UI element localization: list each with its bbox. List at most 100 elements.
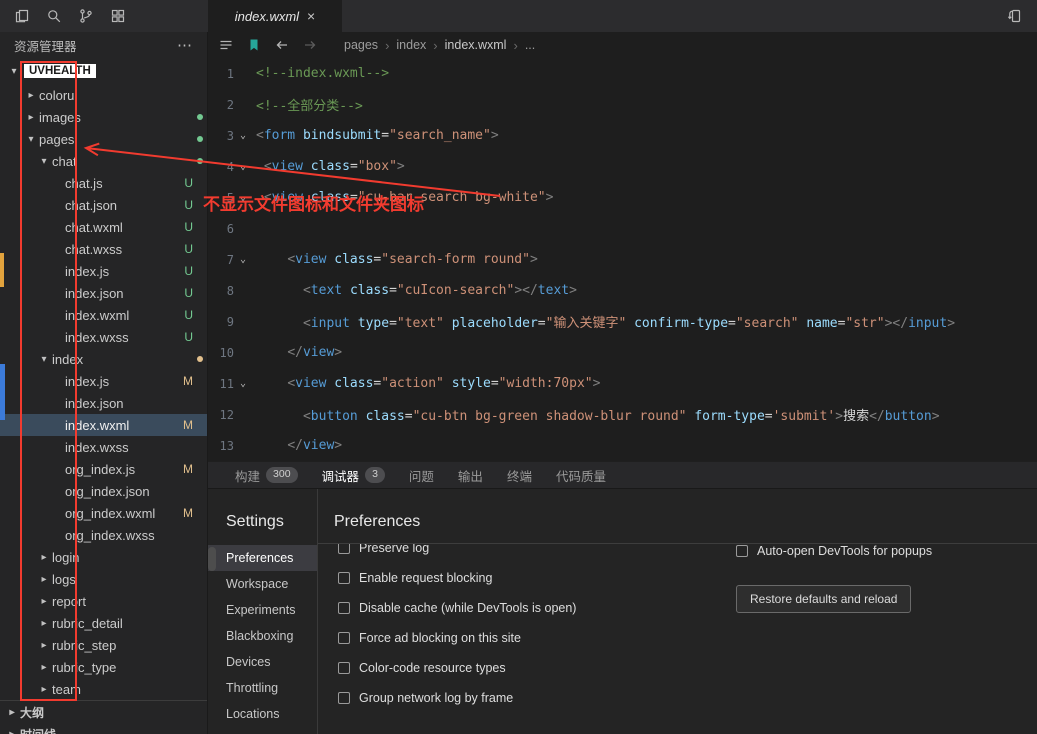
- fold-chevron-icon[interactable]: ⌄: [234, 161, 252, 172]
- tree-folder-logs[interactable]: ▸ logs: [0, 568, 207, 590]
- code-line-3[interactable]: 3 ⌄ <form bindsubmit="search_name">: [208, 120, 1037, 151]
- breadcrumb-item[interactable]: index.wxml: [445, 38, 507, 52]
- checkbox-box[interactable]: [338, 572, 350, 584]
- code-line-5[interactable]: 5 ⌄ <view class="cu-bar search bg-white">: [208, 182, 1037, 213]
- panel-tab-输出[interactable]: 输出: [449, 462, 492, 488]
- settings-menu-item-devices[interactable]: Devices: [208, 649, 317, 675]
- tree-file-org_index.json[interactable]: org_index.json: [0, 480, 207, 502]
- tree-folder-login[interactable]: ▸ login: [0, 546, 207, 568]
- fold-chevron-icon[interactable]: ⌄: [234, 192, 252, 203]
- settings-menu-item-blackboxing[interactable]: Blackboxing: [208, 623, 317, 649]
- tree-file-chat.js[interactable]: chat.js U: [0, 172, 207, 194]
- tree-item-label: org_index.wxss: [65, 527, 155, 543]
- code-line-13[interactable]: 13 </view>: [208, 430, 1037, 461]
- code-line-7[interactable]: 7 ⌄ <view class="search-form round">: [208, 244, 1037, 275]
- fold-chevron-icon[interactable]: ⌄: [234, 130, 252, 141]
- code-line-6[interactable]: 6: [208, 213, 1037, 244]
- code-text: <input type="text" placeholder="输入关键字" c…: [302, 316, 956, 331]
- tree-file-chat.wxss[interactable]: chat.wxss U: [0, 238, 207, 260]
- checkbox-box[interactable]: [338, 692, 350, 704]
- tree-file-index.js[interactable]: index.js U: [0, 260, 207, 282]
- device-preview-icon[interactable]: [1007, 8, 1023, 24]
- bookmark-icon[interactable]: [246, 37, 262, 53]
- tree-folder-pages[interactable]: ▾ pages: [0, 128, 207, 150]
- tree-folder-rubric_step[interactable]: ▸ rubric_step: [0, 634, 207, 656]
- tree-file-org_index.js[interactable]: org_index.js M: [0, 458, 207, 480]
- editor-tab[interactable]: index.wxml ×: [208, 0, 342, 32]
- tree-file-index.json[interactable]: index.json: [0, 392, 207, 414]
- arrow-left-icon[interactable]: [274, 37, 290, 53]
- fold-chevron-icon[interactable]: ⌄: [234, 254, 252, 265]
- code-line-10[interactable]: 10 </view>: [208, 337, 1037, 368]
- code-line-9[interactable]: 9 <input type="text" placeholder="输入关键字"…: [208, 306, 1037, 337]
- tree-file-org_index.wxml[interactable]: org_index.wxml M: [0, 502, 207, 524]
- checkbox-box[interactable]: [338, 544, 350, 554]
- tree-folder-rubric_type[interactable]: ▸ rubric_type: [0, 656, 207, 678]
- checkbox-label: Force ad blocking on this site: [359, 631, 521, 645]
- tree-folder-chat[interactable]: ▾ chat: [0, 150, 207, 172]
- git-status-badge: U: [184, 242, 193, 256]
- code-editor[interactable]: 1 <!--index.wxml--> 2 <!--全部分类--> 3 ⌄ <form bi…: [208, 58, 1037, 461]
- tree-file-index.wxss[interactable]: index.wxss: [0, 436, 207, 458]
- checkbox-force-ad-blocking-on-this-site[interactable]: Force ad blocking on this site: [338, 623, 1037, 653]
- tree-file-index.wxss[interactable]: index.wxss U: [0, 326, 207, 348]
- code-line-4[interactable]: 4 ⌄ <view class="box">: [208, 151, 1037, 182]
- search-icon[interactable]: [46, 8, 62, 24]
- breadcrumb-item[interactable]: index: [396, 38, 426, 52]
- panel-tab-问题[interactable]: 问题: [400, 462, 443, 488]
- checkbox-box[interactable]: [736, 545, 748, 557]
- code-line-1[interactable]: 1 <!--index.wxml-->: [208, 58, 1037, 89]
- tree-file-chat.wxml[interactable]: chat.wxml U: [0, 216, 207, 238]
- tree-item-label: index.json: [65, 285, 124, 301]
- settings-menu-item-preferences[interactable]: Preferences: [208, 545, 317, 571]
- restore-defaults-button[interactable]: Restore defaults and reload: [736, 585, 912, 613]
- settings-menu-item-experiments[interactable]: Experiments: [208, 597, 317, 623]
- checkbox-color-code-resource-types[interactable]: Color-code resource types: [338, 653, 1037, 683]
- settings-menu-item-workspace[interactable]: Workspace: [208, 571, 317, 597]
- code-line-11[interactable]: 11 ⌄ <view class="action" style="width:70…: [208, 368, 1037, 399]
- checkbox-box[interactable]: [338, 662, 350, 674]
- tree-file-index.json[interactable]: index.json U: [0, 282, 207, 304]
- fold-chevron-icon[interactable]: ⌄: [234, 378, 252, 389]
- close-icon[interactable]: ×: [307, 8, 315, 24]
- menu-icon[interactable]: [218, 37, 234, 53]
- outline-section[interactable]: ▸ 大纲: [0, 701, 207, 723]
- files-icon[interactable]: [14, 8, 30, 24]
- tree-file-index.js[interactable]: index.js M: [0, 370, 207, 392]
- panel-tab-label: 代码质量: [555, 469, 606, 484]
- extensions-icon[interactable]: [110, 8, 126, 24]
- checkbox-box[interactable]: [338, 632, 350, 644]
- tree-file-index.wxml[interactable]: index.wxml U: [0, 304, 207, 326]
- scrollbar-thumb[interactable]: [208, 547, 216, 571]
- git-branch-icon[interactable]: [78, 8, 94, 24]
- tree-folder-colorui[interactable]: ▸ colorui: [0, 84, 207, 106]
- panel-tab-调试器[interactable]: 调试器 3: [313, 462, 394, 488]
- arrow-right-icon[interactable]: [302, 37, 318, 53]
- panel-tab-终端[interactable]: 终端: [498, 462, 541, 488]
- more-actions-icon[interactable]: ⋯: [177, 36, 193, 54]
- tree-file-index.wxml[interactable]: index.wxml M: [0, 414, 207, 436]
- tree-folder-images[interactable]: ▸ images: [0, 106, 207, 128]
- breadcrumb-item[interactable]: pages: [344, 38, 378, 52]
- tree-folder-index[interactable]: ▾ index: [0, 348, 207, 370]
- tree-folder-team[interactable]: ▸ team: [0, 678, 207, 700]
- checkbox-box[interactable]: [338, 602, 350, 614]
- tree-file-chat.json[interactable]: chat.json U: [0, 194, 207, 216]
- code-line-8[interactable]: 8 <text class="cuIcon-search"></text>: [208, 275, 1037, 306]
- settings-menu-item-throttling[interactable]: Throttling: [208, 675, 317, 701]
- timeline-section[interactable]: ▸ 时间线: [0, 723, 207, 734]
- settings-menu-item-locations[interactable]: Locations: [208, 701, 317, 727]
- tree-folder-rubric_detail[interactable]: ▸ rubric_detail: [0, 612, 207, 634]
- tree-root-folder[interactable]: ▾ UVHEALTH: [0, 58, 207, 84]
- tree-file-org_index.wxss[interactable]: org_index.wxss: [0, 524, 207, 546]
- breadcrumb-item[interactable]: ...: [525, 38, 535, 52]
- panel-tab-构建[interactable]: 构建 300: [226, 462, 307, 488]
- tree-folder-report[interactable]: ▸ report: [0, 590, 207, 612]
- checkbox-auto-open-devtools-for-popups[interactable]: Auto-open DevTools for popups: [736, 541, 996, 561]
- line-number: 5: [226, 190, 234, 205]
- checkbox-group-network-log-by-frame[interactable]: Group network log by frame: [338, 683, 1037, 713]
- code-line-12[interactable]: 12 <button class="cu-btn bg-green shadow…: [208, 399, 1037, 430]
- code-line-2[interactable]: 2 <!--全部分类-->: [208, 89, 1037, 120]
- panel-tab-代码质量[interactable]: 代码质量: [547, 462, 615, 488]
- chevron-down-icon: ▾: [11, 65, 17, 77]
